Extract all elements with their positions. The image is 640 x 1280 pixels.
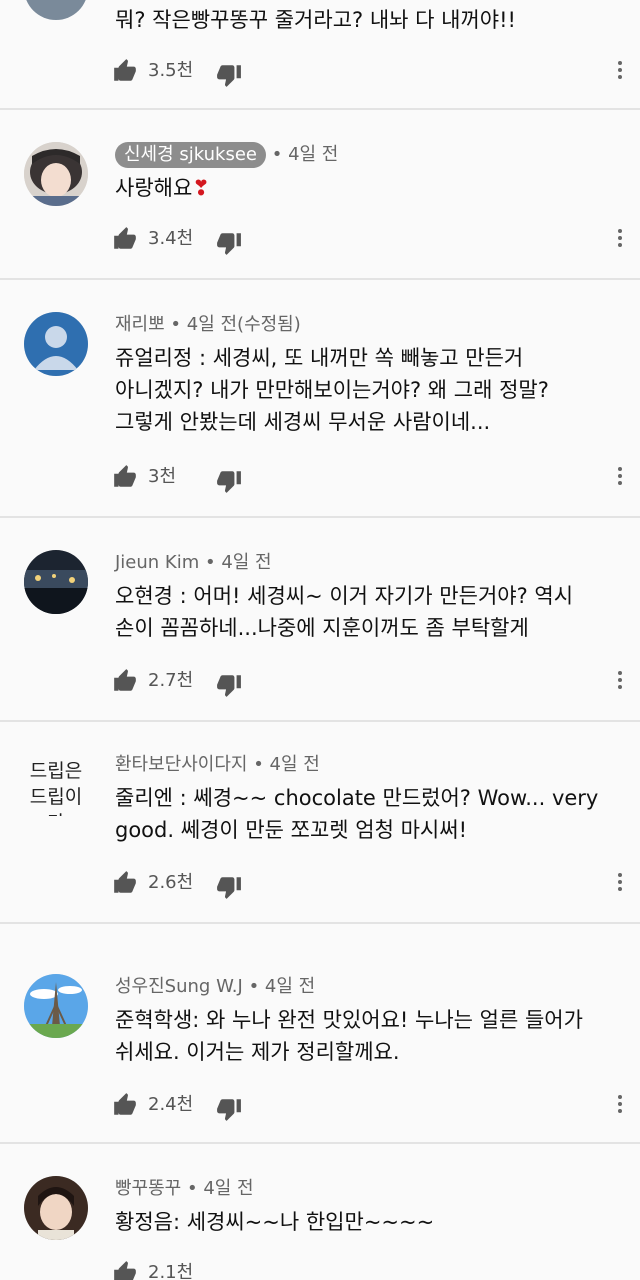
thumbs-down-icon[interactable] (216, 874, 242, 900)
thumbs-down-icon[interactable] (216, 62, 242, 88)
thumbs-down-icon[interactable] (216, 1096, 242, 1122)
thumbs-up-icon[interactable] (112, 668, 138, 694)
comment-meta: 재리뽀 • 4일 전(수정됨) (115, 312, 301, 338)
comment-text: 준혁학생: 와 누나 완전 맛있어요! 누나는 얼른 들어가 쉬세요. 이거는 … (115, 1008, 583, 1064)
author-name[interactable]: 성우진Sung W.J (115, 976, 243, 997)
avatar[interactable] (24, 1176, 88, 1240)
comment: 재리뽀 • 4일 전(수정됨) 쥬얼리정 : 세경씨, 또 내꺼만 쏙 빼놓고 … (0, 280, 640, 516)
comment-actions: 2.6천 (112, 868, 632, 900)
comment-meta: Jieun Kim • 4일 전 (115, 550, 272, 576)
author-name[interactable]: 빵꾸똥꾸 (115, 1178, 181, 1199)
like-count: 3.4천 (148, 228, 194, 249)
comment-text: 황정음: 세경씨~~나 한입만~~~~ (115, 1210, 435, 1234)
like-count: 2.7천 (148, 670, 194, 691)
comment-actions: 3천 (112, 462, 632, 494)
author-name[interactable]: 환타보단사이다지 (115, 754, 247, 775)
avatar-photo (24, 142, 88, 206)
like-count: 2.4천 (148, 1094, 194, 1115)
more-vertical-icon[interactable] (614, 870, 626, 896)
avatar-photo (24, 550, 88, 614)
comment-meta: 환타보단사이다지 • 4일 전 (115, 752, 320, 778)
avatar[interactable]: 드립은 드립이다 (24, 752, 88, 816)
comment: 뭐? 작은빵꾸똥꾸 줄거라고? 내놔 다 내꺼야!! 3.5천 (0, 0, 640, 108)
meta-separator: • (164, 314, 187, 335)
meta-separator: • (181, 1178, 204, 1199)
avatar-text-line: 드립은 (29, 760, 83, 782)
meta-separator: • (247, 754, 270, 775)
comment-actions: 2.4천 (112, 1090, 632, 1122)
more-vertical-icon[interactable] (614, 464, 626, 490)
like-count: 3천 (148, 466, 177, 487)
thumbs-down-icon[interactable] (216, 672, 242, 698)
thumbs-up-icon[interactable] (112, 58, 138, 84)
comment-text: 쥬얼리정 : 세경씨, 또 내꺼만 쏙 빼놓고 만든거 아니겠지? 내가 만만해… (115, 346, 549, 434)
comment: 빵꾸똥꾸 • 4일 전 황정음: 세경씨~~나 한입만~~~~ 2.1천 (0, 1144, 640, 1280)
thumbs-up-icon[interactable] (112, 226, 138, 252)
comment-actions: 2.1천 (112, 1258, 632, 1280)
like-count: 2.1천 (148, 1262, 194, 1280)
more-vertical-icon[interactable] (614, 1092, 626, 1118)
avatar-text-line: 드립이다 (29, 786, 83, 816)
avatar[interactable] (24, 142, 88, 206)
comment-meta: 신세경 sjkuksee • 4일 전 (115, 142, 338, 168)
comment-actions: 3.4천 (112, 224, 632, 256)
thumbs-up-icon[interactable] (112, 1260, 138, 1280)
author-name[interactable]: 신세경 sjkuksee (115, 142, 267, 168)
comment-time: 4일 전 (203, 1178, 254, 1199)
more-vertical-icon[interactable] (614, 226, 626, 252)
thumbs-up-icon[interactable] (112, 1092, 138, 1118)
comment-time: 4일 전 (269, 754, 320, 775)
avatar[interactable] (24, 974, 88, 1038)
comment-text: 오현경 : 어머! 세경씨~ 이거 자기가 만든거야? 역시 손이 꼼꼼하네..… (115, 584, 574, 640)
like-count: 3.5천 (148, 60, 194, 81)
like-count: 2.6천 (148, 872, 194, 893)
avatar-photo (24, 1176, 88, 1240)
avatar-photo (24, 974, 88, 1038)
comment-time: 4일 전(수정됨) (186, 314, 301, 335)
thumbs-down-icon[interactable] (216, 230, 242, 256)
author-name[interactable]: 재리뽀 (115, 314, 165, 335)
comment-actions: 2.7천 (112, 666, 632, 698)
default-avatar-icon (24, 312, 88, 376)
comment-meta: 빵꾸똥꾸 • 4일 전 (115, 1176, 254, 1202)
comment-text: 뭐? 작은빵꾸똥꾸 줄거라고? 내놔 다 내꺼야!! (115, 8, 516, 32)
thumbs-up-icon[interactable] (112, 464, 138, 490)
comment-actions: 3.5천 (112, 56, 632, 88)
comment: 신세경 sjkuksee • 4일 전 사랑해요❣ 3.4천 (0, 110, 640, 278)
thumbs-up-icon[interactable] (112, 870, 138, 896)
thumbs-down-icon[interactable] (216, 468, 242, 494)
heart-emoji: ❣ (192, 176, 210, 200)
comment: Jieun Kim • 4일 전 오현경 : 어머! 세경씨~ 이거 자기가 만… (0, 518, 640, 720)
meta-separator: • (242, 976, 265, 997)
comment: 드립은 드립이다 환타보단사이다지 • 4일 전 줄리엔 : 쎄경~~ choc… (0, 722, 640, 922)
comment-text: 사랑해요❣ (115, 172, 630, 204)
more-vertical-icon[interactable] (614, 58, 626, 84)
meta-separator: • (199, 552, 222, 573)
avatar[interactable] (24, 550, 88, 614)
more-vertical-icon[interactable] (614, 668, 626, 694)
comment-time: 4일 전 (264, 976, 316, 997)
meta-separator: • (266, 144, 289, 165)
avatar[interactable] (24, 312, 88, 376)
avatar[interactable] (24, 0, 88, 20)
comment-text-body: 사랑해요 (115, 176, 193, 200)
author-name[interactable]: Jieun Kim (115, 552, 199, 573)
comment-text: 줄리엔 : 쎄경~~ chocolate 만드렀어? Wow... very g… (115, 786, 599, 842)
comment-time: 4일 전 (221, 552, 272, 573)
comment: 성우진Sung W.J • 4일 전 준혁학생: 와 누나 완전 맛있어요! 누… (0, 924, 640, 1142)
comment-meta: 성우진Sung W.J • 4일 전 (115, 974, 315, 1000)
comment-time: 4일 전 (288, 144, 339, 165)
